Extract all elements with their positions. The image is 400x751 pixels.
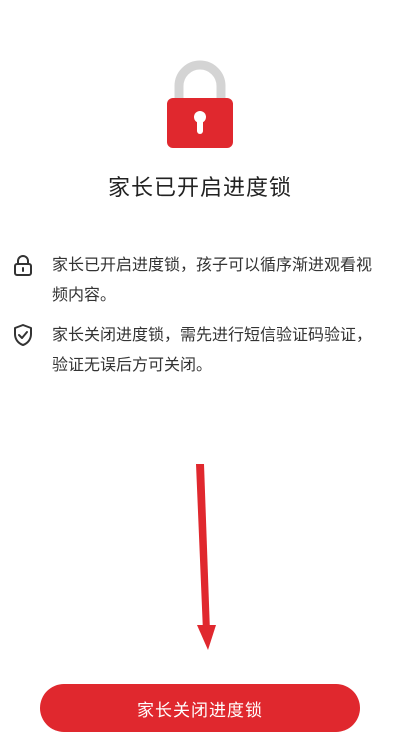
red-arrow-annotation-icon — [196, 464, 216, 650]
lock-icon — [14, 255, 32, 276]
page-title: 家长已开启进度锁 — [107, 176, 292, 201]
info-item-lock-disable: 家长关闭进度锁，需先进行短信验证码验证，验证无误后方可关闭。 — [10, 320, 385, 380]
info-text-lock-enabled: 家长已开启进度锁，孩子可以循序渐进观看视频内容。 — [52, 255, 373, 304]
progress-lock-page: 家长已开启进度锁 家长已开启进度锁，孩子可以循序渐进观看视频内容。 家长关闭进度… — [0, 0, 400, 751]
padlock-illustration-icon — [167, 60, 233, 148]
info-item-lock-enabled: 家长已开启进度锁，孩子可以循序渐进观看视频内容。 — [10, 250, 385, 310]
close-progress-lock-button[interactable]: 家长关闭进度锁 — [40, 684, 360, 732]
shield-check-icon — [14, 324, 32, 346]
info-text-lock-disable: 家长关闭进度锁，需先进行短信验证码验证，验证无误后方可关闭。 — [52, 325, 373, 374]
